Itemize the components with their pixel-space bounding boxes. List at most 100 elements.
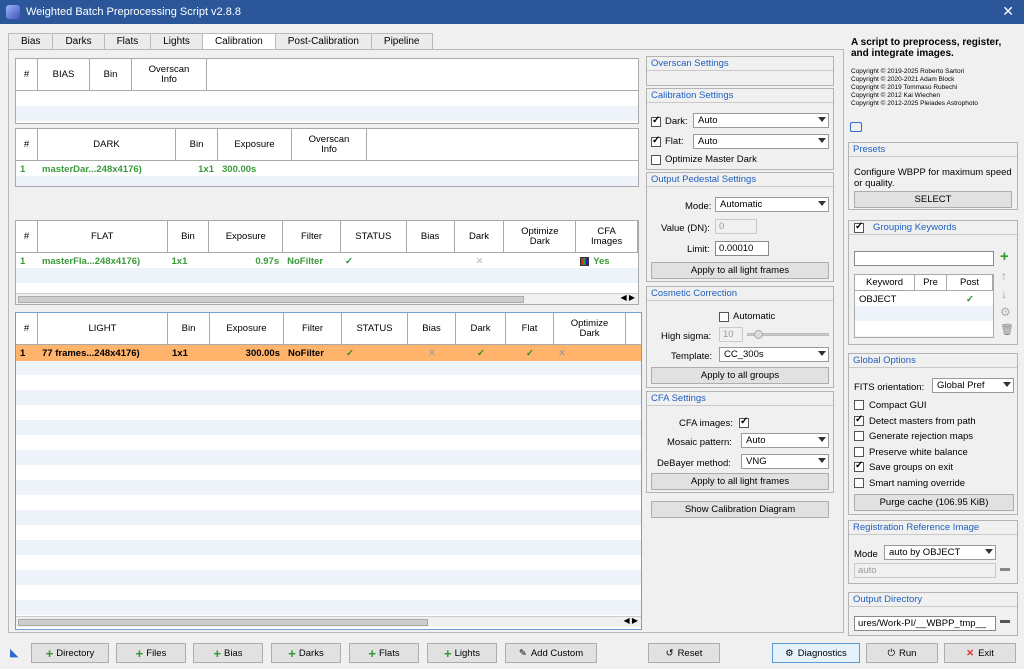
table-row[interactable]: OBJECT ✓	[855, 291, 993, 307]
apply-pedestal-button[interactable]: Apply to all light frames	[651, 262, 829, 279]
col-bin: Bin	[168, 221, 210, 252]
col-optimize-dark: Optimize Dark	[504, 221, 577, 252]
exit-button[interactable]: ✕ Exit	[944, 643, 1016, 663]
overscan-settings: Overscan Settings	[646, 56, 834, 86]
apply-cosmetic-button[interactable]: Apply to all groups	[651, 367, 829, 384]
reset-button[interactable]: ↺ Reset	[648, 643, 720, 663]
high-sigma-input: 10	[719, 327, 743, 342]
save-groups-on-exit-checkbox[interactable]	[854, 460, 864, 472]
pedestal-limit-input[interactable]: 0.00010	[715, 241, 769, 256]
registration-mode-select[interactable]: auto by OBJECT	[884, 545, 996, 560]
preset-select-button[interactable]: SELECT	[854, 191, 1012, 208]
col-exposure: Exposure	[218, 129, 292, 160]
reset-icon: ↺	[665, 647, 674, 659]
flat-table[interactable]: # FLAT Bin Exposure Filter STATUS Bias D…	[15, 220, 639, 305]
col-bin: Bin	[168, 313, 210, 344]
tab-post-calibration[interactable]: Post-Calibration	[274, 33, 372, 50]
cfa-settings: CFA Settings CFA images: Mosaic pattern:…	[646, 391, 834, 493]
col-overscan: Overscan Info	[132, 59, 207, 90]
mosaic-pattern-select[interactable]: Auto	[741, 433, 829, 448]
col-bias: Bias	[407, 221, 455, 252]
template-select[interactable]: CC_300s	[719, 347, 829, 362]
flat-checkbox[interactable]	[651, 135, 661, 147]
keyword-input[interactable]	[854, 251, 994, 266]
compact-gui-checkbox[interactable]	[854, 400, 864, 410]
section-title: Presets	[849, 143, 1017, 157]
dark-checkbox[interactable]	[651, 115, 661, 127]
move-down-icon[interactable]: ↓	[1001, 287, 1007, 301]
section-title: Registration Reference Image	[849, 521, 1017, 535]
col-filter: Filter	[283, 221, 341, 252]
col-bin: Bin	[176, 129, 218, 160]
delete-icon[interactable]: 🗑	[1000, 323, 1014, 336]
tab-pipeline[interactable]: Pipeline	[370, 33, 433, 50]
corner-arrow-icon[interactable]: ◣	[10, 646, 18, 659]
col-cfa-images: CFA Images	[576, 221, 638, 252]
pedestal-mode-select[interactable]: Automatic	[715, 197, 829, 212]
smart-naming-override-checkbox[interactable]	[854, 478, 864, 488]
table-row[interactable]: 1 masterFla...248x4176) 1x1 0.97s NoFilt…	[16, 253, 638, 269]
folder-icon[interactable]: ▬	[1000, 563, 1010, 574]
section-title: Output Directory	[849, 593, 1017, 607]
plus-icon: +	[213, 645, 222, 661]
bias-table-body	[16, 91, 638, 123]
folder-icon[interactable]: ▬	[1000, 615, 1010, 626]
move-up-icon[interactable]: ↑	[1001, 269, 1007, 283]
tab-lights[interactable]: Lights	[150, 33, 203, 50]
close-icon[interactable]: ✕	[1002, 3, 1014, 20]
global-options-section: Global Options FITS orientation: Global …	[848, 353, 1018, 515]
add-darks-button[interactable]: + Darks	[271, 643, 341, 663]
comment-icon[interactable]	[850, 122, 862, 132]
output-directory-input[interactable]: ures/Work-PI/__WBPP_tmp__	[854, 616, 996, 631]
optimize-master-dark-checkbox[interactable]	[651, 155, 661, 165]
table-row[interactable]: 1 77 frames...248x4176) 1x1 300.00s NoFi…	[16, 345, 641, 361]
debayer-method-select[interactable]: VNG	[741, 454, 829, 469]
col-dark: DARK	[38, 129, 176, 160]
light-table-hscroll[interactable]: ◀ ▶	[16, 616, 641, 627]
dark-table[interactable]: # DARK Bin Exposure Overscan Info 1 mast…	[15, 128, 639, 187]
light-table[interactable]: # LIGHT Bin Exposure Filter STATUS Bias …	[15, 312, 642, 630]
add-keyword-icon[interactable]: +	[1000, 248, 1009, 265]
plus-icon: +	[45, 645, 54, 661]
add-bias-button[interactable]: + Bias	[193, 643, 263, 663]
show-calibration-diagram-button[interactable]: Show Calibration Diagram	[651, 501, 829, 518]
col-dark: Dark	[456, 313, 506, 344]
app-icon	[6, 5, 20, 19]
add-lights-button[interactable]: + Lights	[427, 643, 497, 663]
col-dark: Dark	[455, 221, 505, 252]
flat-select[interactable]: Auto	[693, 134, 829, 149]
detect-masters-checkbox[interactable]	[854, 414, 864, 426]
tab-bias[interactable]: Bias	[8, 33, 54, 50]
bias-table[interactable]: # BIAS Bin Overscan Info	[15, 58, 639, 124]
section-title: Cosmetic Correction	[647, 287, 833, 301]
diagnostics-button[interactable]: ⚙ Diagnostics	[772, 643, 860, 663]
preserve-white-balance-checkbox[interactable]	[854, 447, 864, 457]
apply-cfa-button[interactable]: Apply to all light frames	[651, 473, 829, 490]
edit-icon: ✎	[518, 647, 527, 659]
run-button[interactable]: ⏻ Run	[866, 643, 938, 663]
tab-flats[interactable]: Flats	[103, 33, 152, 50]
add-files-button[interactable]: + Files	[116, 643, 186, 663]
tab-darks[interactable]: Darks	[52, 33, 105, 50]
add-custom-button[interactable]: ✎ Add Custom	[505, 643, 597, 663]
gear-icon[interactable]: ⚙	[1000, 305, 1011, 319]
registration-reference-section: Registration Reference Image Mode auto b…	[848, 520, 1018, 584]
grouping-keywords-checkbox[interactable]	[854, 221, 864, 233]
right-sidebar: A script to preprocess, register, and in…	[846, 24, 1024, 644]
high-sigma-slider	[747, 330, 829, 339]
col-exposure: Exposure	[209, 221, 284, 252]
col-optimize-dark: Optimize Dark	[554, 313, 626, 344]
table-row[interactable]: 1 masterDar...248x4176) 1x1 300.00s	[16, 161, 638, 177]
dark-select[interactable]: Auto	[693, 113, 829, 128]
add-flats-button[interactable]: + Flats	[349, 643, 419, 663]
keyword-table[interactable]: Keyword Pre Post OBJECT ✓	[854, 274, 994, 338]
fits-orientation-select[interactable]: Global Pref	[932, 378, 1014, 393]
generate-rejection-maps-checkbox[interactable]	[854, 431, 864, 441]
automatic-checkbox[interactable]	[719, 312, 729, 322]
add-directory-button[interactable]: + Directory	[31, 643, 109, 663]
purge-cache-button[interactable]: Purge cache (106.95 KiB)	[854, 494, 1014, 511]
col-flat: FLAT	[38, 221, 168, 252]
cfa-color-icon	[580, 256, 590, 266]
cfa-images-checkbox[interactable]	[739, 416, 749, 428]
flat-table-hscroll[interactable]: ◀ ▶	[16, 293, 638, 304]
